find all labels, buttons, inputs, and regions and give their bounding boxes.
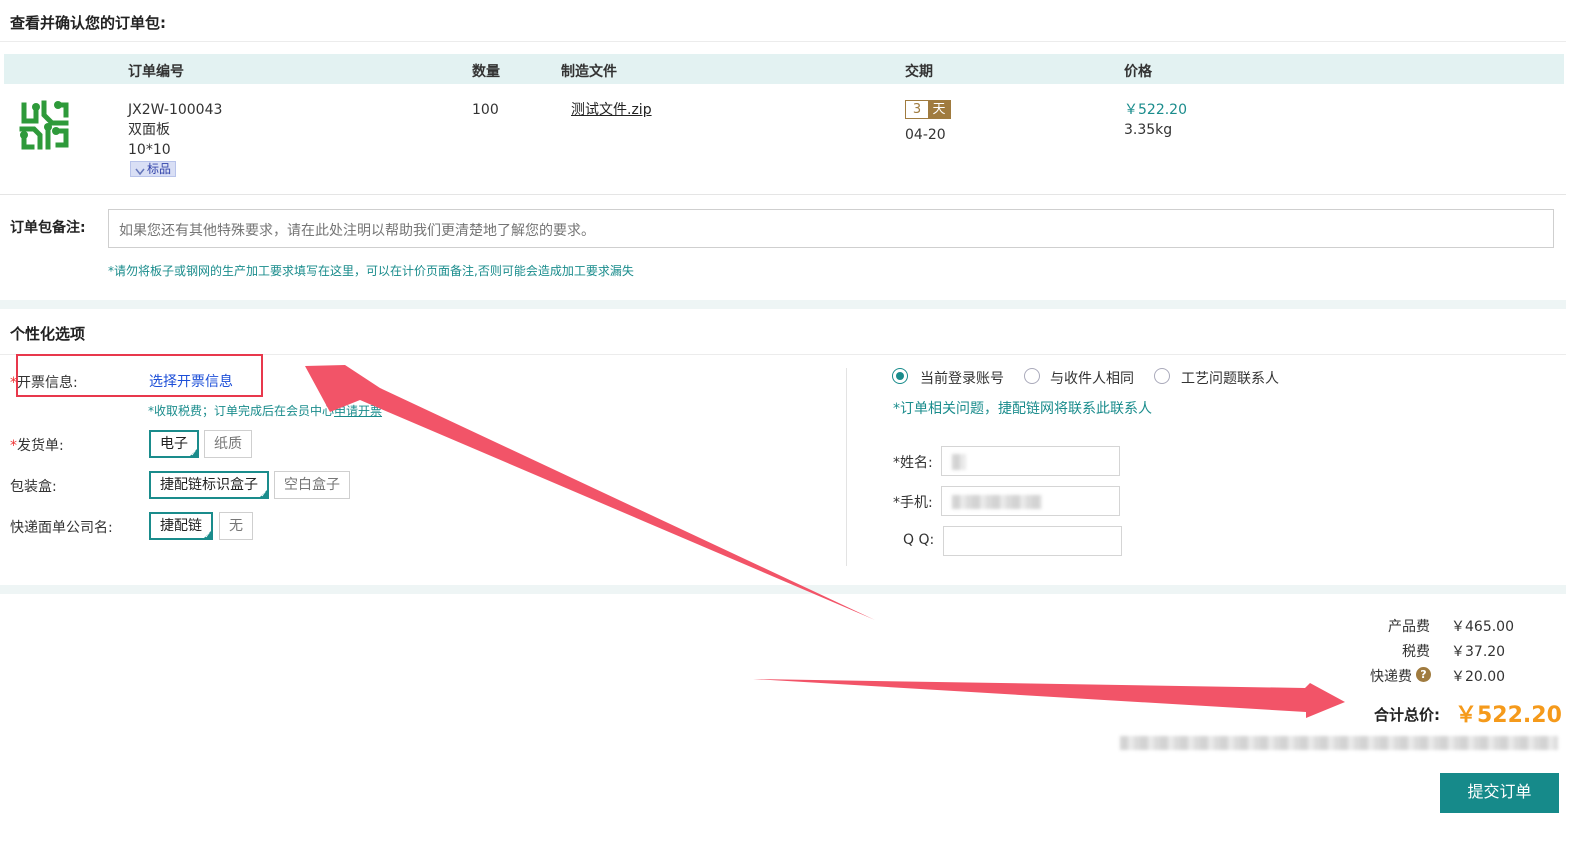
redacted-phone xyxy=(952,495,1042,509)
delivery-date: 04-20 xyxy=(905,127,946,143)
delivery-note-label: *发货单: xyxy=(10,438,64,454)
shipping-value: ￥20.00 xyxy=(1451,669,1506,685)
submit-order-button[interactable]: 提交订单 xyxy=(1440,773,1559,813)
order-table-header: 订单编号 数量 制造文件 交期 价格 xyxy=(4,54,1564,84)
apply-invoice-link[interactable]: 申请开票 xyxy=(334,404,382,418)
radio-label-same-as-recipient: 与收件人相同 xyxy=(1050,371,1134,387)
name-label: *姓名: xyxy=(893,455,933,471)
invoice-label: *开票信息: xyxy=(10,375,78,391)
column-header-file: 制造文件 xyxy=(561,64,617,80)
packaging-option-branded[interactable]: 捷配链标识盒子 ✓ xyxy=(149,471,269,499)
board-size: 10*10 xyxy=(128,142,171,158)
board-type: 双面板 xyxy=(128,122,170,138)
order-id: JX2W-100043 xyxy=(128,102,223,118)
tax-value: ￥37.20 xyxy=(1451,644,1506,660)
pcb-circuit-icon xyxy=(18,99,70,151)
vertical-divider xyxy=(846,368,847,566)
annotation-arrows xyxy=(305,365,1345,718)
packaging-label: 包装盒: xyxy=(10,479,57,495)
section-band xyxy=(0,300,1566,309)
divider xyxy=(0,194,1566,195)
phone-input[interactable] xyxy=(941,486,1120,516)
item-price: ￥522.20 xyxy=(1124,102,1187,118)
radio-label-process-contact: 工艺问题联系人 xyxy=(1181,371,1279,387)
manufacturing-file-link[interactable]: 测试文件.zip xyxy=(571,100,652,120)
column-header-order-id: 订单编号 xyxy=(128,64,184,80)
select-invoice-link[interactable]: 选择开票信息 xyxy=(149,371,233,391)
standard-product-badge: 标品 xyxy=(130,161,177,177)
product-fee-value: ￥465.00 xyxy=(1451,619,1514,635)
column-header-price: 价格 xyxy=(1124,64,1152,80)
tax-label: 税费 xyxy=(1402,644,1430,660)
divider xyxy=(0,41,1566,42)
remark-input[interactable] xyxy=(108,209,1554,248)
express-option-company[interactable]: 捷配链 ✓ xyxy=(149,512,213,540)
redacted-name xyxy=(952,454,966,470)
column-header-delivery: 交期 xyxy=(905,64,933,80)
qq-input[interactable] xyxy=(943,526,1122,556)
page-title: 查看并确认您的订单包: xyxy=(10,14,166,32)
delivery-days-badge: 3 天 xyxy=(905,100,951,119)
express-option-none[interactable]: 无 xyxy=(219,512,253,540)
arrow-to-total xyxy=(753,679,1345,718)
remark-label: 订单包备注: xyxy=(10,220,86,236)
total-label: 合计总价: xyxy=(1374,706,1440,724)
phone-label: *手机: xyxy=(893,495,933,511)
qq-label: Q Q: xyxy=(903,532,935,548)
badge-label: 标品 xyxy=(147,162,172,176)
radio-same-as-recipient[interactable] xyxy=(1024,368,1040,384)
invoice-note: *收取税费；订单完成后在会员中心申请开票 xyxy=(148,404,383,418)
arrow-to-invoice xyxy=(305,365,875,620)
product-fee-label: 产品费 xyxy=(1388,619,1430,635)
delivery-note-option-electronic[interactable]: 电子 ✓ xyxy=(149,430,199,458)
radio-current-account[interactable] xyxy=(892,368,908,384)
shipping-label: 快递费 xyxy=(1370,669,1412,685)
chevron-down-icon xyxy=(135,165,145,176)
radio-process-contact[interactable] xyxy=(1154,368,1170,384)
column-header-quantity: 数量 xyxy=(472,64,500,80)
express-label: 快递面单公司名: xyxy=(10,520,113,536)
help-icon[interactable]: ? xyxy=(1416,667,1431,682)
packaging-option-blank[interactable]: 空白盒子 xyxy=(274,471,350,499)
name-input[interactable] xyxy=(941,446,1120,476)
delivery-note-option-paper[interactable]: 纸质 xyxy=(204,430,252,458)
remark-note: *请勿将板子或钢网的生产加工要求填写在这里，可以在计价页面备注,否则可能会造成加… xyxy=(108,264,634,278)
radio-label-current-account: 当前登录账号 xyxy=(920,371,1004,387)
contact-note: *订单相关问题，捷配链网将联系此联系人 xyxy=(893,401,1152,417)
delivery-days: 3 xyxy=(906,101,928,118)
section-band xyxy=(0,585,1566,594)
options-title: 个性化选项 xyxy=(10,325,86,343)
quantity: 100 xyxy=(472,102,499,118)
redacted-address xyxy=(1120,736,1558,750)
delivery-unit: 天 xyxy=(928,101,950,118)
item-weight: 3.35kg xyxy=(1124,122,1173,138)
total-price: ￥522.20 xyxy=(1455,703,1562,728)
